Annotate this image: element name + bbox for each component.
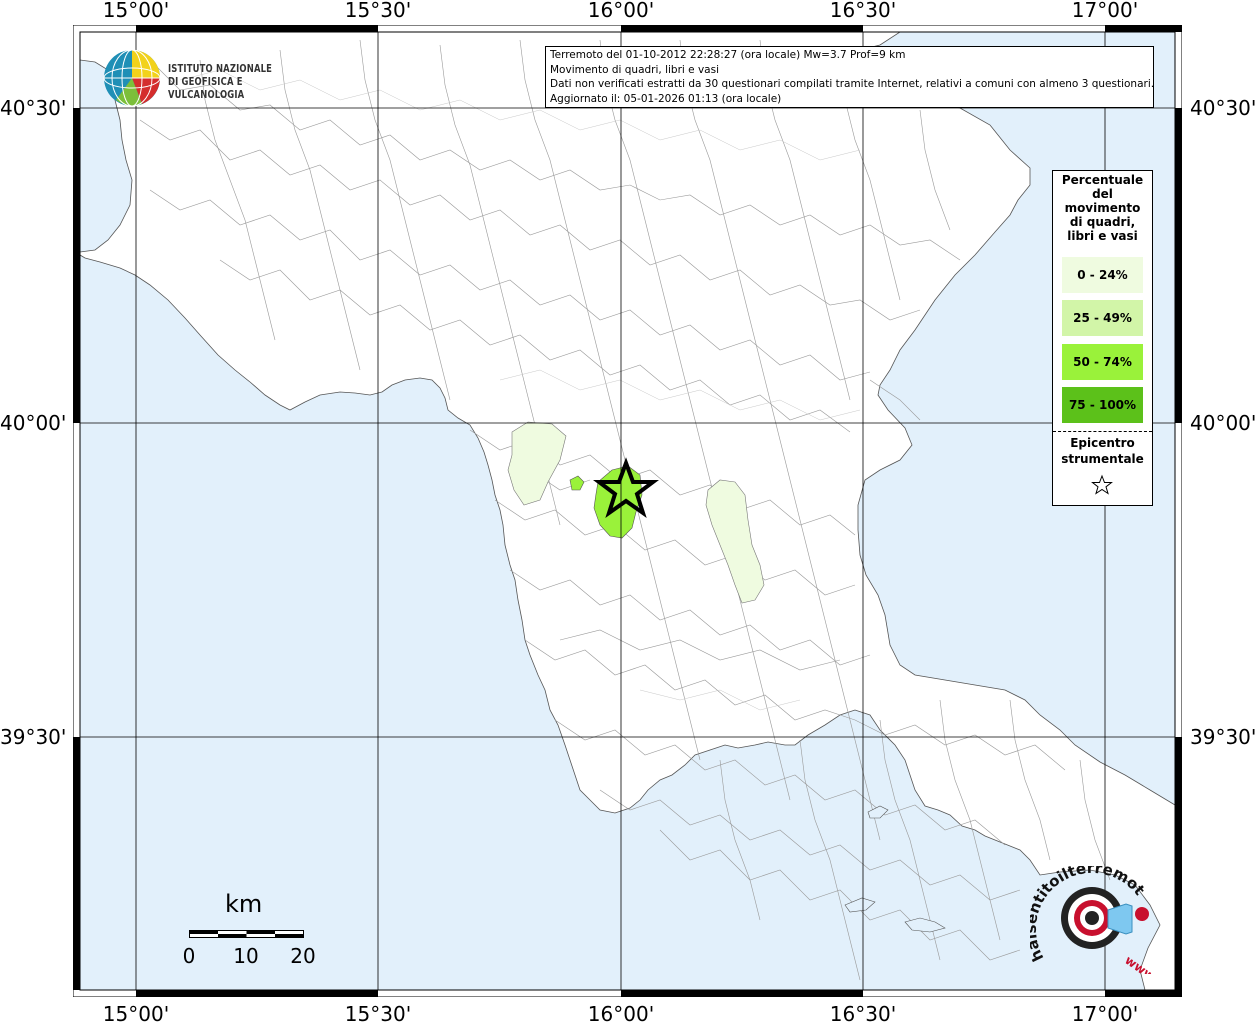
map-subtitle: Movimento di quadri, libri e vasi bbox=[550, 63, 719, 76]
event-title: Terremoto del 01-10-2012 22:28:27 (ora l… bbox=[550, 49, 906, 61]
star-icon bbox=[1091, 474, 1113, 495]
ingv-logo: ISTITUTO NAZIONALE DI GEOFISICA E VULCAN… bbox=[102, 48, 332, 108]
globe-icon bbox=[103, 49, 161, 107]
logo-line-2: DI GEOFISICA E VULCANOLOGIA bbox=[168, 75, 245, 101]
lon-tick-bottom: 16°00' bbox=[587, 1002, 655, 1026]
lat-tick-right: 40°30' bbox=[1190, 96, 1255, 120]
legend-divider bbox=[1053, 431, 1152, 432]
scale-label: 0 bbox=[182, 944, 196, 968]
haisentito-logo: haisentitoilterremoto.it www bbox=[1022, 852, 1158, 984]
lon-tick-bottom: 17°00' bbox=[1071, 1002, 1139, 1026]
legend-class-1: 0 - 24% bbox=[1062, 257, 1143, 293]
legend-title-line: libri e vasi bbox=[1067, 229, 1138, 243]
update-time: Aggiornato il: 05-01-2026 01:13 (ora loc… bbox=[550, 92, 782, 105]
legend-class-2: 25 - 49% bbox=[1062, 300, 1143, 336]
legend-title-line: del bbox=[1092, 187, 1113, 201]
legend-epicenter-line: strumentale bbox=[1061, 452, 1144, 466]
legend-epicenter-label: Epicentro strumentale bbox=[1053, 435, 1152, 467]
map-canvas bbox=[73, 25, 1182, 997]
lon-tick-bottom: 16°30' bbox=[829, 1002, 897, 1026]
watermark-www: www bbox=[1122, 953, 1157, 974]
legend-title-line: Percentuale bbox=[1061, 173, 1144, 187]
scale-label: 10 bbox=[233, 944, 259, 968]
lat-tick-left: 40°30' bbox=[0, 96, 67, 120]
legend: Percentuale del movimento di quadri, lib… bbox=[1052, 170, 1153, 506]
data-note: Dati non verificati estratti da 30 quest… bbox=[550, 78, 1154, 90]
lon-tick-bottom: 15°30' bbox=[344, 1002, 412, 1026]
lon-tick-top: 16°30' bbox=[829, 0, 897, 22]
seismic-target-icon: haisentitoilterremoto.it www bbox=[1022, 852, 1158, 984]
scale-label: 20 bbox=[290, 944, 316, 968]
logo-line-1: ISTITUTO NAZIONALE bbox=[168, 62, 273, 75]
lat-tick-left: 39°30' bbox=[0, 725, 67, 749]
lon-tick-bottom: 15°00' bbox=[102, 1002, 170, 1026]
legend-class-3: 50 - 74% bbox=[1062, 344, 1143, 380]
scale-bar-graphic bbox=[189, 930, 304, 938]
lat-tick-right: 40°00' bbox=[1190, 411, 1255, 435]
legend-epicenter-line: Epicentro bbox=[1070, 436, 1135, 450]
event-info-box: Terremoto del 01-10-2012 22:28:27 (ora l… bbox=[545, 46, 1154, 108]
scale-unit: km bbox=[225, 890, 263, 918]
legend-class-4: 75 - 100% bbox=[1062, 387, 1143, 423]
lat-tick-left: 40°00' bbox=[0, 411, 67, 435]
lon-tick-top: 17°00' bbox=[1071, 0, 1139, 22]
legend-title-line: movimento bbox=[1064, 201, 1141, 215]
scale-bar: km 0 10 20 bbox=[182, 890, 325, 980]
lon-tick-top: 15°30' bbox=[344, 0, 412, 22]
legend-title-line: di quadri, bbox=[1069, 215, 1136, 229]
lon-tick-top: 16°00' bbox=[587, 0, 655, 22]
lat-tick-right: 39°30' bbox=[1190, 725, 1255, 749]
legend-title: Percentuale del movimento di quadri, lib… bbox=[1053, 171, 1152, 243]
lon-tick-top: 15°00' bbox=[102, 0, 170, 22]
